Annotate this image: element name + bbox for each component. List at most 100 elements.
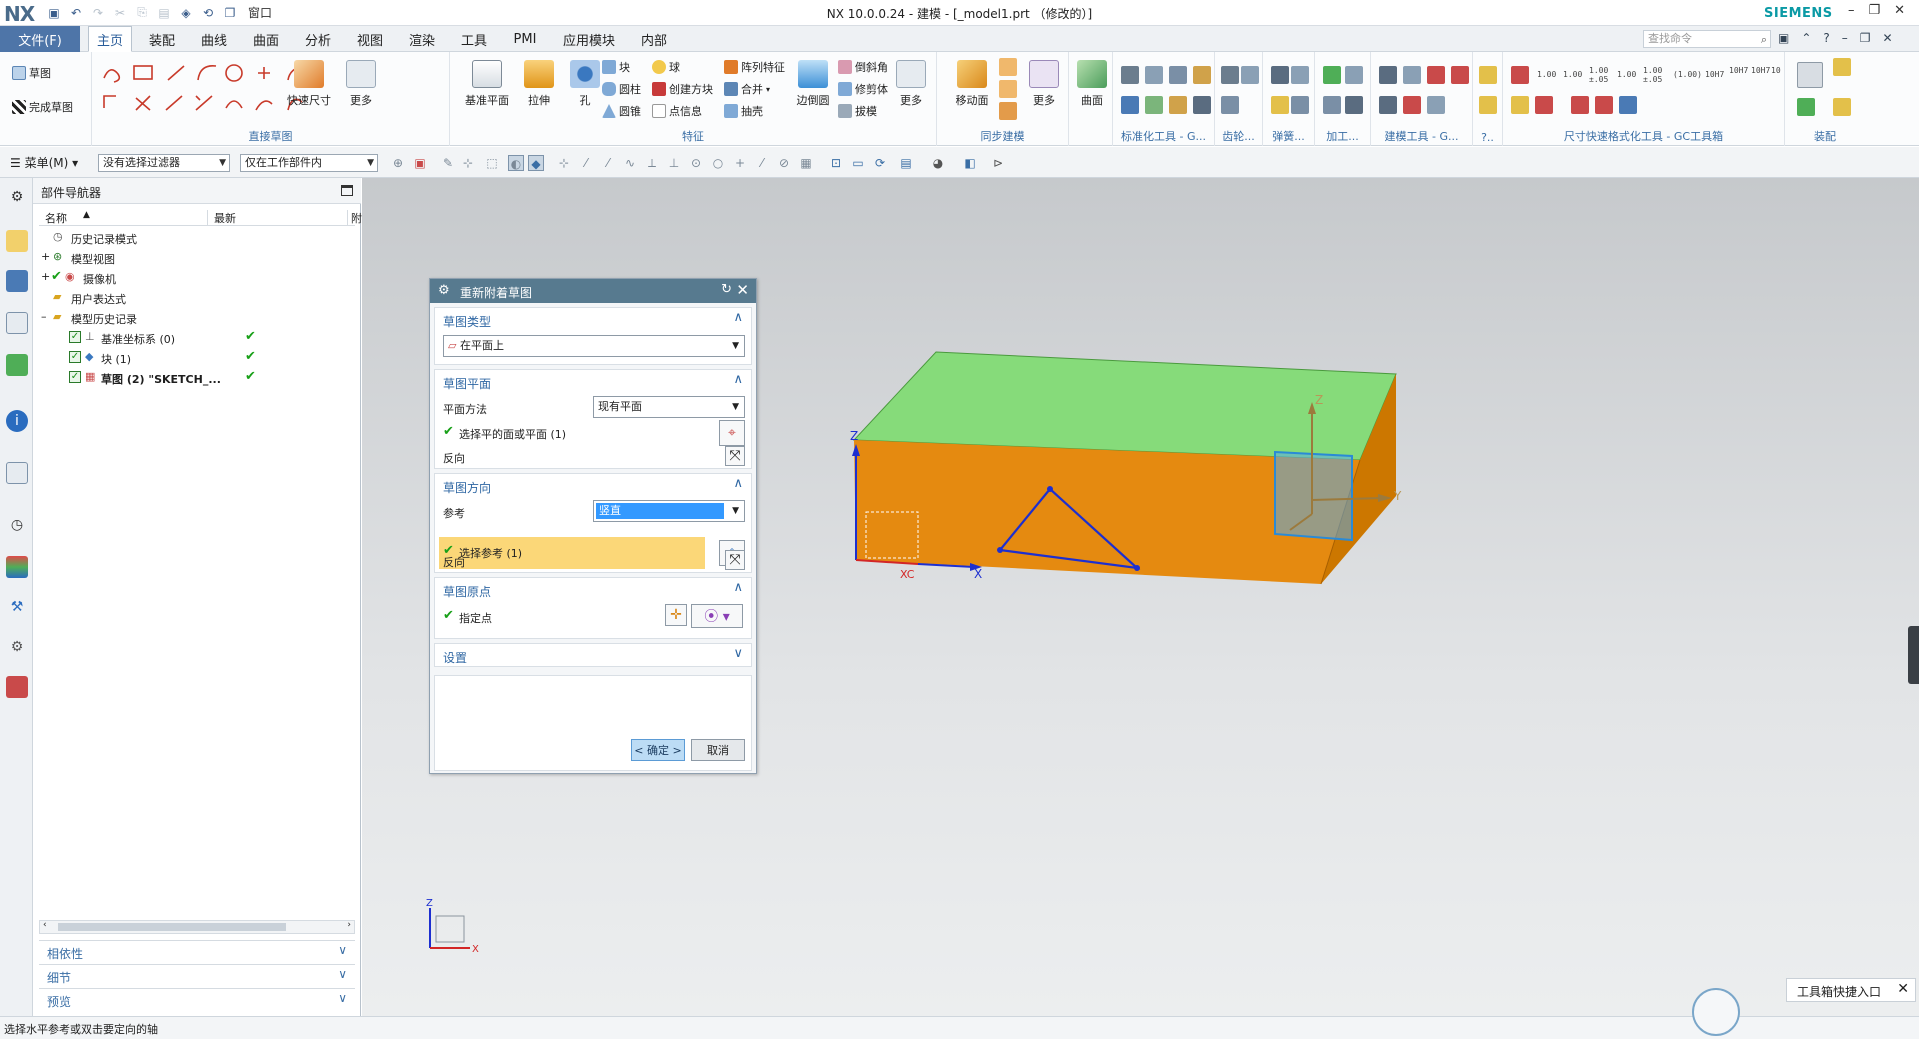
sphere-button[interactable]: 球 xyxy=(652,58,680,76)
unite-button[interactable]: 合并 ▾ xyxy=(724,80,770,98)
tab-applications[interactable]: 应用模块 xyxy=(554,26,624,52)
select-face-label[interactable]: 选择平的面或平面 (1) xyxy=(459,426,566,442)
finish-sketch-button[interactable]: 完成草图 xyxy=(12,98,73,116)
quick-dimension-button[interactable]: 快速尺寸 xyxy=(286,60,332,108)
dim-format-icon-4[interactable] xyxy=(1571,96,1589,114)
specify-point-label[interactable]: 指定点 xyxy=(459,610,492,626)
dim-label-10[interactable]: 10 xyxy=(1771,66,1781,75)
menu-button[interactable]: ☰ 菜单(M) ▾ xyxy=(10,154,78,171)
save-icon[interactable]: ▣ xyxy=(46,5,62,21)
tree-row-sketch[interactable]: ✓ ▦ 草图 (2) "SKETCH_... ✔ xyxy=(39,368,355,387)
accordion-dependencies[interactable]: 相依性 ∨ xyxy=(39,940,355,962)
column-extra[interactable]: 附 xyxy=(347,210,362,226)
minimize-icon[interactable]: – xyxy=(1848,3,1855,18)
offset-region-icon[interactable] xyxy=(999,80,1017,98)
snap-icon-11[interactable]: ⊘ xyxy=(776,155,792,171)
help-icon[interactable]: ? xyxy=(1823,31,1829,45)
spring-tool-icon-4[interactable] xyxy=(1291,96,1309,114)
settings-gear-icon[interactable]: ⚙ xyxy=(6,186,28,208)
visibility-checkbox[interactable]: ✓ xyxy=(69,331,81,343)
spring-tool-icon-1[interactable] xyxy=(1271,66,1289,84)
toolbox-shortcut-popup[interactable]: 工具箱快捷入口 ✕ xyxy=(1786,978,1916,1002)
question-tool-icon-1[interactable] xyxy=(1479,66,1497,84)
sketch-type-select[interactable]: ▱ 在平面上 ▼ xyxy=(443,335,745,357)
machining-tool-icon-3[interactable] xyxy=(1323,96,1341,114)
std-tool-icon-7[interactable] xyxy=(1169,96,1187,114)
cylinder-button[interactable]: 圆柱 xyxy=(602,80,641,98)
paste-icon[interactable]: ▤ xyxy=(156,5,172,21)
window-icon[interactable]: ❐ xyxy=(222,5,238,21)
plane-method-select[interactable]: 现有平面 ▼ xyxy=(593,396,745,418)
datum-plane-blue[interactable] xyxy=(1274,450,1353,542)
selection-icon-3[interactable]: ✎ xyxy=(440,155,456,171)
reset-icon[interactable]: ↻ xyxy=(721,282,732,297)
process-studio-icon[interactable]: ⚒ xyxy=(6,596,28,618)
section-header-sketch-type[interactable]: 草图类型 ∧ xyxy=(435,308,751,332)
edge-blend-button[interactable]: 边倒圆 xyxy=(790,60,836,108)
pull-face-icon[interactable] xyxy=(999,58,1017,76)
dim-label-9[interactable]: 10H7 xyxy=(1751,66,1770,75)
close-icon[interactable]: ✕ xyxy=(1894,3,1905,18)
pattern-feature-button[interactable]: 阵列特征 xyxy=(724,58,785,76)
close-icon[interactable]: ✕ xyxy=(736,281,749,299)
file-menu-tab[interactable]: 文件(F) xyxy=(0,26,80,52)
modeling-tool-icon-3[interactable] xyxy=(1427,66,1445,84)
dim-label-4[interactable]: 1.00 xyxy=(1617,70,1636,79)
snap-icon-4[interactable]: ∿ xyxy=(622,155,638,171)
collapse-icon[interactable]: – xyxy=(41,310,47,323)
tab-home[interactable]: 主页 xyxy=(88,26,132,52)
selection-icon-6[interactable]: ◐ xyxy=(508,155,524,171)
view-fit-icon[interactable]: ⊡ xyxy=(828,155,844,171)
tree-row-datum-csys[interactable]: ✓ ⊥ 基准坐标系 (0) ✔ xyxy=(39,328,355,347)
scroll-left-icon[interactable]: ‹ xyxy=(43,920,47,930)
roles-icon[interactable] xyxy=(6,676,28,698)
selection-icon-5[interactable]: ⬚ xyxy=(484,155,500,171)
window-switch-icon[interactable]: ▣ xyxy=(1778,31,1789,45)
toolbox-mascot-icon[interactable] xyxy=(1692,988,1740,1036)
expand-icon[interactable]: + xyxy=(41,270,50,283)
orient-view-icon[interactable]: ▤ xyxy=(898,155,914,171)
visibility-checkbox[interactable]: ✓ xyxy=(69,371,81,383)
tree-row-model-history[interactable]: – ▰ 模型历史记录 xyxy=(39,308,355,327)
collapse-ribbon-icon[interactable]: ⌃ xyxy=(1801,31,1811,45)
web-browser-icon[interactable]: i xyxy=(6,410,28,432)
column-latest[interactable]: 最新 xyxy=(207,210,236,226)
dim-format-icon-6[interactable] xyxy=(1619,96,1637,114)
modeling-tool-icon-1[interactable] xyxy=(1379,66,1397,84)
sketch-vertex[interactable] xyxy=(997,547,1003,553)
tab-tools[interactable]: 工具 xyxy=(452,26,496,52)
snap-icon-6[interactable]: ⊥ xyxy=(666,155,682,171)
dim-label-3[interactable]: 1.00 ±.05 xyxy=(1589,66,1611,84)
section-header-sketch-plane[interactable]: 草图平面 ∧ xyxy=(435,370,751,394)
machining-tool-icon-2[interactable] xyxy=(1345,66,1363,84)
scroll-thumb[interactable] xyxy=(58,923,286,931)
std-tool-icon-3[interactable] xyxy=(1169,66,1187,84)
selection-icon-2[interactable]: ▣ xyxy=(412,155,428,171)
dim-format-icon-2[interactable] xyxy=(1511,96,1529,114)
visibility-checkbox[interactable]: ✓ xyxy=(69,351,81,363)
tab-pmi[interactable]: PMI xyxy=(504,26,546,52)
snap-icon-10[interactable]: ⁄ xyxy=(754,155,770,171)
doc-close-icon[interactable]: ✕ xyxy=(1883,31,1893,45)
selection-icon-7[interactable]: ◆ xyxy=(528,155,544,171)
modeling-tool-icon-7[interactable] xyxy=(1427,96,1445,114)
std-tool-icon-6[interactable] xyxy=(1145,96,1163,114)
tab-analysis[interactable]: 分析 xyxy=(296,26,340,52)
edit-section-icon[interactable]: ⊳ xyxy=(990,155,1006,171)
snap-icon-9[interactable]: + xyxy=(732,155,748,171)
tree-row-model-views[interactable]: + ⊛ 模型视图 xyxy=(39,248,355,267)
dim-format-icon-3[interactable] xyxy=(1535,96,1553,114)
std-tool-icon-8[interactable] xyxy=(1193,96,1211,114)
gear-tool-icon-1[interactable] xyxy=(1221,66,1239,84)
more-feature-button[interactable]: 更多 xyxy=(888,60,934,108)
tab-curve[interactable]: 曲线 xyxy=(192,26,236,52)
reuse-library-icon[interactable] xyxy=(6,354,28,376)
redo-icon[interactable]: ↷ xyxy=(90,5,106,21)
dim-label-5[interactable]: 1.00 ±.05 xyxy=(1643,66,1665,84)
selection-scope-select[interactable]: 仅在工作部件内 ▼ xyxy=(240,154,378,172)
machining-tool-icon-4[interactable] xyxy=(1345,96,1363,114)
undo-icon[interactable]: ↶ xyxy=(68,5,84,21)
modeling-tool-icon-4[interactable] xyxy=(1451,66,1469,84)
more-sketch-button[interactable]: 更多 xyxy=(338,60,384,108)
sketch-vertex[interactable] xyxy=(1134,565,1140,571)
